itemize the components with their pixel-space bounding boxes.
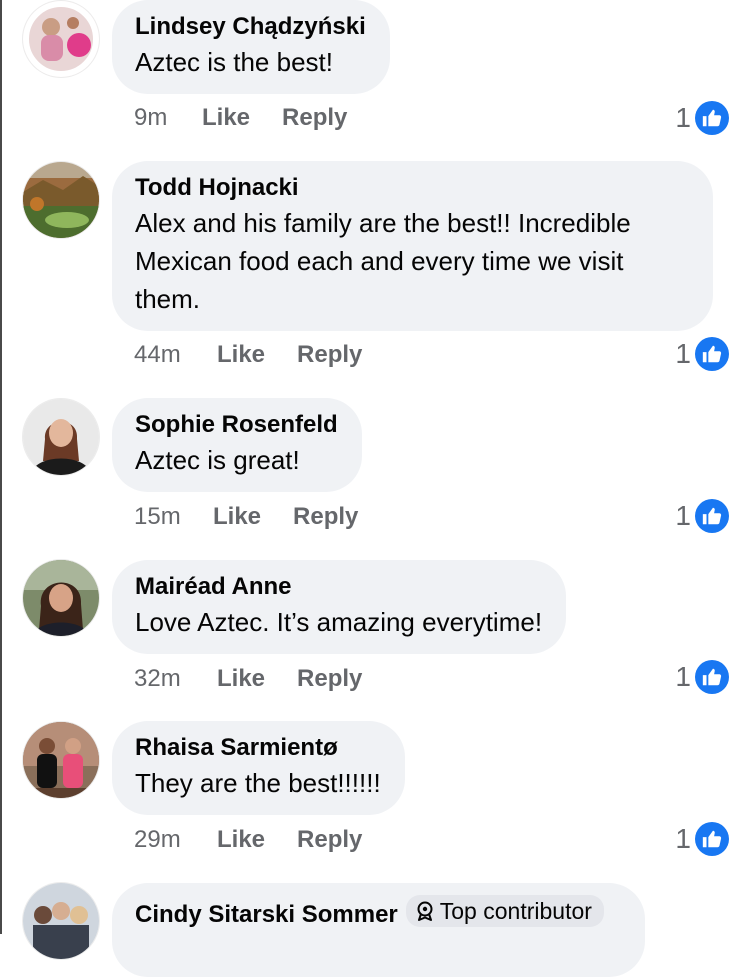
comment-author[interactable]: Sophie Rosenfeld: [135, 410, 338, 440]
reply-button[interactable]: Reply: [297, 341, 362, 369]
like-button[interactable]: Like: [217, 826, 265, 854]
reply-button[interactable]: Reply: [297, 826, 362, 854]
comment-bubble: Cindy Sitarski Sommer Top contributor: [112, 883, 645, 977]
like-button[interactable]: Like: [217, 665, 265, 693]
reply-button[interactable]: Reply: [282, 104, 347, 132]
comment-actions: 44m Like Reply: [134, 341, 363, 369]
top-contributor-icon: [417, 901, 433, 921]
avatar[interactable]: [23, 399, 99, 475]
reaction-summary[interactable]: 1: [675, 659, 729, 695]
comment-text: Aztec is great!: [135, 445, 300, 475]
like-button[interactable]: Like: [202, 104, 250, 132]
reaction-count: 1: [675, 500, 691, 531]
comment-bubble: Mairéad Anne Love Aztec. It’s amazing ev…: [112, 560, 567, 654]
like-button[interactable]: Like: [217, 341, 265, 369]
comment-actions: 32m Like Reply: [134, 665, 363, 693]
comment-bubble: Rhaisa Sarmientø They are the best!!!!!!: [112, 721, 405, 815]
reaction-summary[interactable]: 1: [675, 498, 729, 534]
comment-bubble: Lindsey Chądzyński Aztec is the best!: [112, 0, 390, 94]
comment-author[interactable]: Mairéad Anne: [135, 572, 542, 602]
reaction-count: 1: [675, 338, 691, 369]
thumbs-up-icon: [695, 499, 729, 533]
comment-bubble: Todd Hojnacki Alex and his family are th…: [112, 161, 713, 331]
reaction-count: 1: [675, 823, 691, 854]
comment-actions: 29m Like Reply: [134, 826, 363, 854]
avatar[interactable]: [23, 560, 99, 636]
comment-author-name[interactable]: Cindy Sitarski Sommer: [135, 901, 398, 928]
top-contributor-badge[interactable]: Top contributor: [405, 895, 604, 927]
reply-button[interactable]: Reply: [293, 503, 358, 531]
like-button[interactable]: Like: [213, 503, 261, 531]
comment-text: They are the best!!!!!!: [135, 768, 381, 798]
avatar[interactable]: [23, 162, 99, 238]
comment-author[interactable]: Lindsey Chądzyński: [135, 12, 366, 42]
top-contributor-label: Top contributor: [439, 898, 592, 924]
avatar[interactable]: [23, 1, 99, 77]
frame-edge: [0, 0, 2, 934]
avatar[interactable]: [23, 722, 99, 798]
reaction-summary[interactable]: 1: [675, 821, 729, 857]
comment-author[interactable]: Rhaisa Sarmientø: [135, 733, 381, 763]
thumbs-up-icon: [695, 337, 729, 371]
reaction-summary[interactable]: 1: [675, 336, 729, 372]
comment-bubble: Sophie Rosenfeld Aztec is great!: [112, 398, 362, 492]
reaction-count: 1: [675, 661, 691, 692]
comment-text: Alex and his family are the best!! Incre…: [135, 208, 631, 314]
comment-text: Love Aztec. It’s amazing everytime!: [135, 607, 543, 637]
comment-text: Aztec is the best!: [135, 47, 333, 77]
thumbs-up-icon: [695, 822, 729, 856]
thumbs-up-icon: [695, 660, 729, 694]
thumbs-up-icon: [695, 101, 729, 135]
comment-author: Cindy Sitarski Sommer Top contributor: [135, 895, 621, 930]
comment-author[interactable]: Todd Hojnacki: [135, 173, 689, 203]
comment-actions: 9m Like Reply: [134, 104, 348, 132]
reply-button[interactable]: Reply: [297, 665, 362, 693]
avatar[interactable]: [23, 883, 99, 959]
comment-actions: 15m Like Reply: [134, 503, 359, 531]
reaction-summary[interactable]: 1: [675, 100, 729, 136]
reaction-count: 1: [675, 102, 691, 133]
